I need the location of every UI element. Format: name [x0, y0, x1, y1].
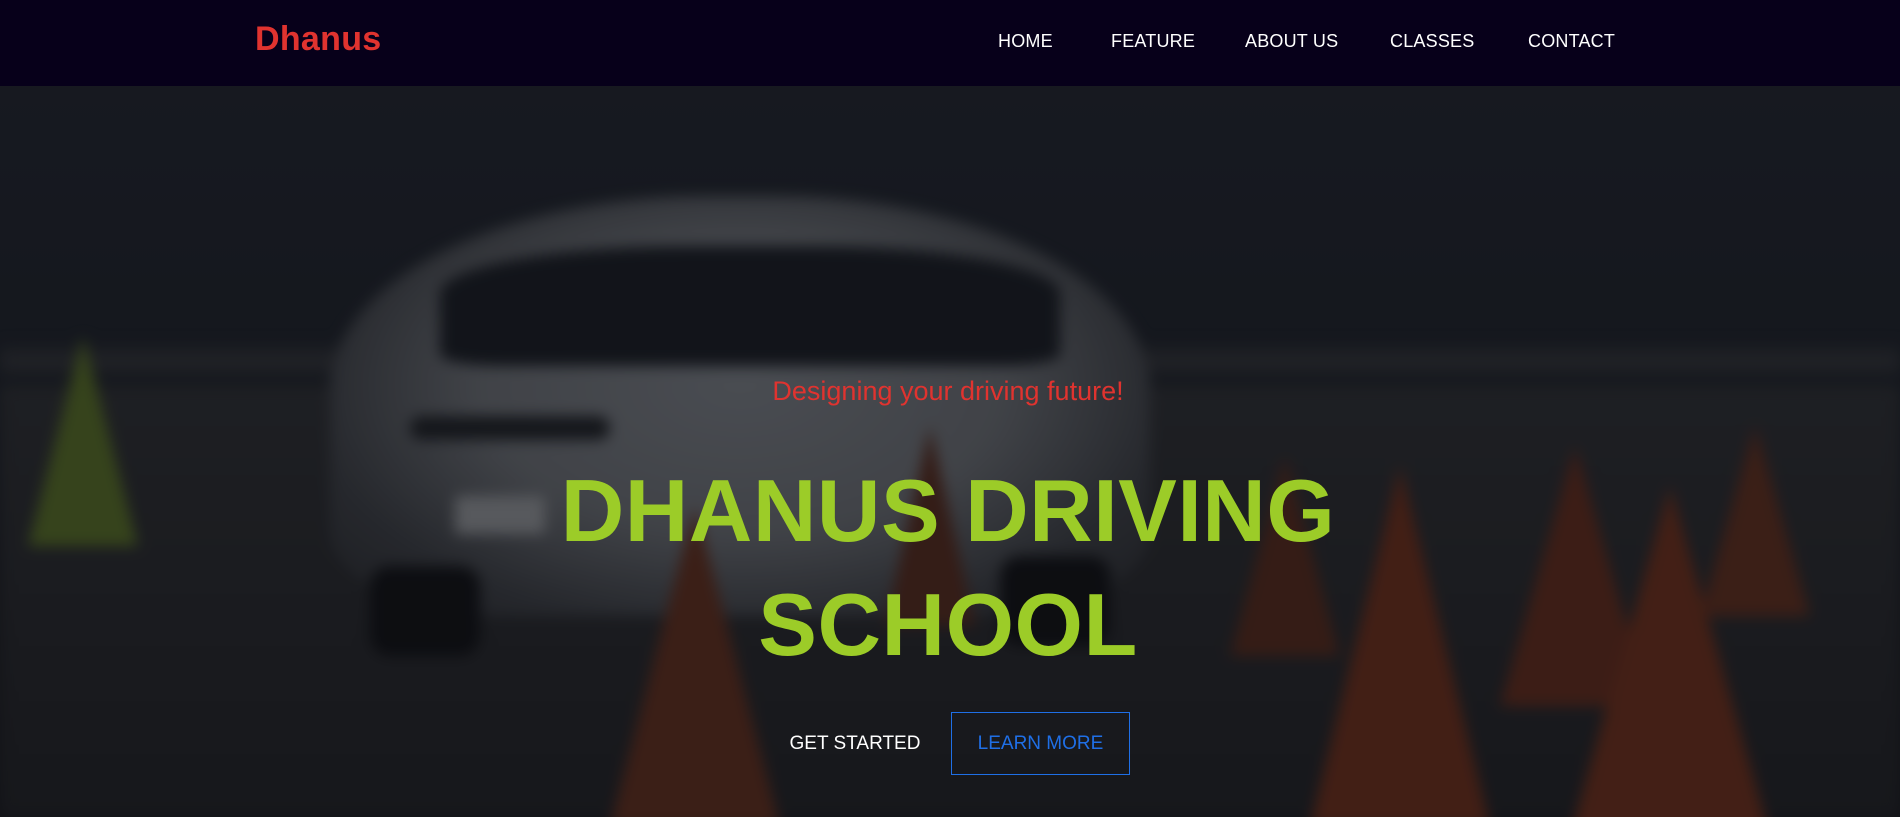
- nav-contact-link[interactable]: CONTACT: [1528, 31, 1615, 52]
- nav-menu: HOME FEATURE ABOUT US CLASSES CONTACT: [0, 0, 1900, 86]
- nav-home-link[interactable]: HOME: [998, 31, 1053, 52]
- hero-section: Designing your driving future! DHANUS DR…: [0, 86, 1900, 817]
- nav-feature-link[interactable]: FEATURE: [1111, 31, 1195, 52]
- get-started-button[interactable]: GET STARTED: [780, 712, 930, 775]
- hero-tagline: Designing your driving future!: [772, 376, 1124, 406]
- hero-title: DHANUS DRIVING SCHOOL: [560, 461, 1336, 674]
- nav-about-us-link[interactable]: ABOUT US: [1245, 31, 1338, 52]
- navbar: Dhanus HOME FEATURE ABOUT US CLASSES CON…: [0, 0, 1900, 86]
- learn-more-button[interactable]: LEARN MORE: [951, 712, 1130, 775]
- hero-content: Designing your driving future! DHANUS DR…: [0, 86, 1900, 817]
- nav-classes-link[interactable]: CLASSES: [1390, 31, 1474, 52]
